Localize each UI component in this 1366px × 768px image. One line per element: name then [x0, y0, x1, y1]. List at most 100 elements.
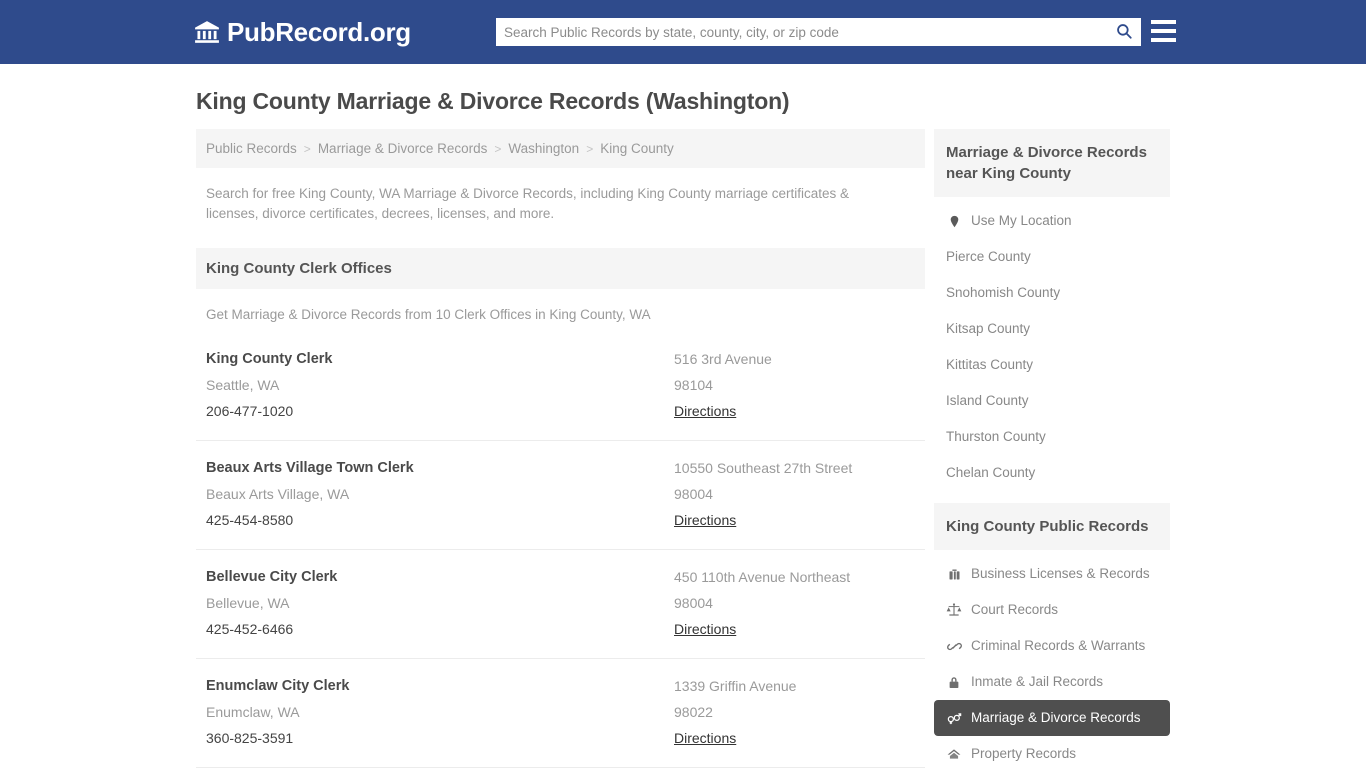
directions-wrapper: Directions [674, 507, 915, 533]
nearby-county-label: Island County [946, 393, 1029, 408]
site-header: PubRecord.org [0, 0, 1366, 64]
breadcrumb-separator: > [494, 141, 502, 156]
nearby-county-item[interactable]: Chelan County [934, 455, 1170, 491]
page-container: King County Marriage & Divorce Records (… [0, 88, 1366, 768]
clerk-offices-subheading: Get Marriage & Divorce Records from 10 C… [206, 307, 651, 322]
office-zip: 98104 [674, 377, 713, 393]
office-city-state: Beaux Arts Village, WA [206, 486, 350, 502]
public-record-item[interactable]: Inmate & Jail Records [934, 664, 1170, 700]
public-record-item[interactable]: Court Records [934, 592, 1170, 628]
office-right-column: 10550 Southeast 27th Street 98004 Directio… [674, 455, 915, 533]
nearby-county-item[interactable]: Kittitas County [934, 347, 1170, 383]
search-bar [496, 18, 1141, 46]
clerk-office-row: Enumclaw City Clerk Enumclaw, WA 360-825-3… [196, 658, 925, 767]
page-title: King County Marriage & Divorce Records (… [196, 88, 790, 114]
office-city-state: Bellevue, WA [206, 595, 290, 611]
search-icon [1115, 22, 1133, 43]
clerk-office-row: Bellevue City Clerk Bellevue, WA 425-452-6… [196, 549, 925, 658]
brand-logo-link[interactable]: PubRecord.org [194, 19, 411, 45]
office-right-column: 516 3rd Avenue 98104 Directions [674, 346, 915, 424]
nearby-county-label: Kittitas County [946, 357, 1034, 372]
page-intro-text: Search for free King County, WA Marriage… [206, 186, 850, 221]
hamburger-bar [1151, 29, 1176, 33]
office-left-column: Bellevue City Clerk Bellevue, WA 425-452-6… [206, 564, 674, 642]
nearby-county-label: Snohomish County [946, 285, 1061, 300]
office-address: 1339 Griffin Avenue [674, 678, 797, 694]
map-pin-icon [946, 213, 962, 229]
breadcrumb-separator: > [586, 141, 594, 156]
office-right-column: 450 110th Avenue Northeast 98004 Direction… [674, 564, 915, 642]
directions-wrapper: Directions [674, 616, 915, 642]
public-record-item[interactable]: Property Records [934, 736, 1170, 768]
office-phone: 425-454-8580 [206, 512, 294, 528]
gender-symbols-icon [946, 710, 962, 726]
office-left-column: King County Clerk Seattle, WA 206-477-1020 [206, 346, 674, 424]
breadcrumb-item[interactable]: Public Records [206, 141, 297, 156]
sidebar: Marriage & Divorce Records near King Cou… [934, 129, 1170, 768]
office-address: 10550 Southeast 27th Street [674, 460, 853, 476]
office-phone: 360-825-3591 [206, 730, 294, 746]
nearby-records-header: Marriage & Divorce Records near King Cou… [934, 129, 1170, 197]
breadcrumb-item[interactable]: Marriage & Divorce Records [318, 141, 488, 156]
directions-link[interactable]: Directions [674, 616, 736, 642]
office-address: 450 110th Avenue Northeast [674, 569, 851, 585]
hamburger-menu-icon[interactable] [1151, 18, 1176, 44]
office-city-state: Enumclaw, WA [206, 704, 300, 720]
public-record-label: Court Records [971, 602, 1059, 617]
directions-link[interactable]: Directions [674, 398, 736, 424]
office-name[interactable]: Beaux Arts Village Town Clerk [206, 455, 674, 481]
content-columns: Public Records > Marriage & Divorce Record… [196, 129, 1170, 768]
nearby-county-item[interactable]: Snohomish County [934, 275, 1170, 311]
breadcrumb-item[interactable]: King County [600, 141, 674, 156]
clerk-offices-list: King County Clerk Seattle, WA 206-477-1020… [196, 332, 925, 768]
directions-link[interactable]: Directions [674, 725, 736, 751]
nearby-county-item[interactable]: Island County [934, 383, 1170, 419]
clerk-offices-section-header: King County Clerk Offices [196, 248, 925, 289]
office-zip: 98004 [674, 595, 713, 611]
office-zip: 98022 [674, 704, 713, 720]
directions-wrapper: Directions [674, 398, 915, 424]
office-phone: 425-452-6466 [206, 621, 294, 637]
public-record-label: Criminal Records & Warrants [971, 638, 1146, 653]
nearby-county-label: Thurston County [946, 429, 1046, 444]
nearby-county-item[interactable]: Thurston County [934, 419, 1170, 455]
search-input[interactable] [496, 19, 1107, 45]
bank-building-icon [194, 19, 220, 45]
nearby-county-item[interactable]: Pierce County [934, 239, 1170, 275]
office-name[interactable]: Enumclaw City Clerk [206, 673, 674, 699]
nearby-county-item[interactable]: Use My Location [934, 203, 1170, 239]
office-phone: 206-477-1020 [206, 403, 294, 419]
nearby-county-item[interactable]: Kitsap County [934, 311, 1170, 347]
breadcrumb-separator: > [303, 141, 311, 156]
office-left-column: Beaux Arts Village Town Clerk Beaux Arts … [206, 455, 674, 533]
house-icon [946, 746, 962, 762]
handcuffs-icon [946, 638, 962, 654]
office-left-column: Enumclaw City Clerk Enumclaw, WA 360-825-3… [206, 673, 674, 751]
office-zip: 98004 [674, 486, 713, 502]
breadcrumb: Public Records > Marriage & Divorce Record… [196, 129, 925, 168]
public-record-label: Business Licenses & Records [971, 566, 1150, 581]
hamburger-bar [1151, 38, 1176, 42]
search-button[interactable] [1107, 18, 1141, 46]
public-records-header: King County Public Records [934, 503, 1170, 550]
clerk-office-row: King County Clerk Seattle, WA 206-477-1020… [196, 332, 925, 440]
office-address: 516 3rd Avenue [674, 351, 772, 367]
clerk-office-row: Beaux Arts Village Town Clerk Beaux Arts … [196, 440, 925, 549]
public-record-label: Inmate & Jail Records [971, 674, 1104, 689]
public-record-item[interactable]: Business Licenses & Records [934, 556, 1170, 592]
office-name[interactable]: King County Clerk [206, 346, 674, 372]
public-record-item[interactable]: Marriage & Divorce Records [934, 700, 1170, 736]
hamburger-bar [1151, 20, 1176, 24]
nearby-county-label: Kitsap County [946, 321, 1031, 336]
directions-link[interactable]: Directions [674, 507, 736, 533]
nearby-county-label: Pierce County [946, 249, 1031, 264]
public-record-item[interactable]: Criminal Records & Warrants [934, 628, 1170, 664]
lock-icon [946, 674, 962, 690]
breadcrumb-item[interactable]: Washington [508, 141, 579, 156]
office-name[interactable]: Bellevue City Clerk [206, 564, 674, 590]
nearby-county-label: Chelan County [946, 465, 1036, 480]
scales-of-justice-icon [946, 602, 962, 618]
office-city-state: Seattle, WA [206, 377, 280, 393]
nearby-county-label: Use My Location [971, 213, 1072, 228]
briefcase-icon [946, 566, 962, 582]
